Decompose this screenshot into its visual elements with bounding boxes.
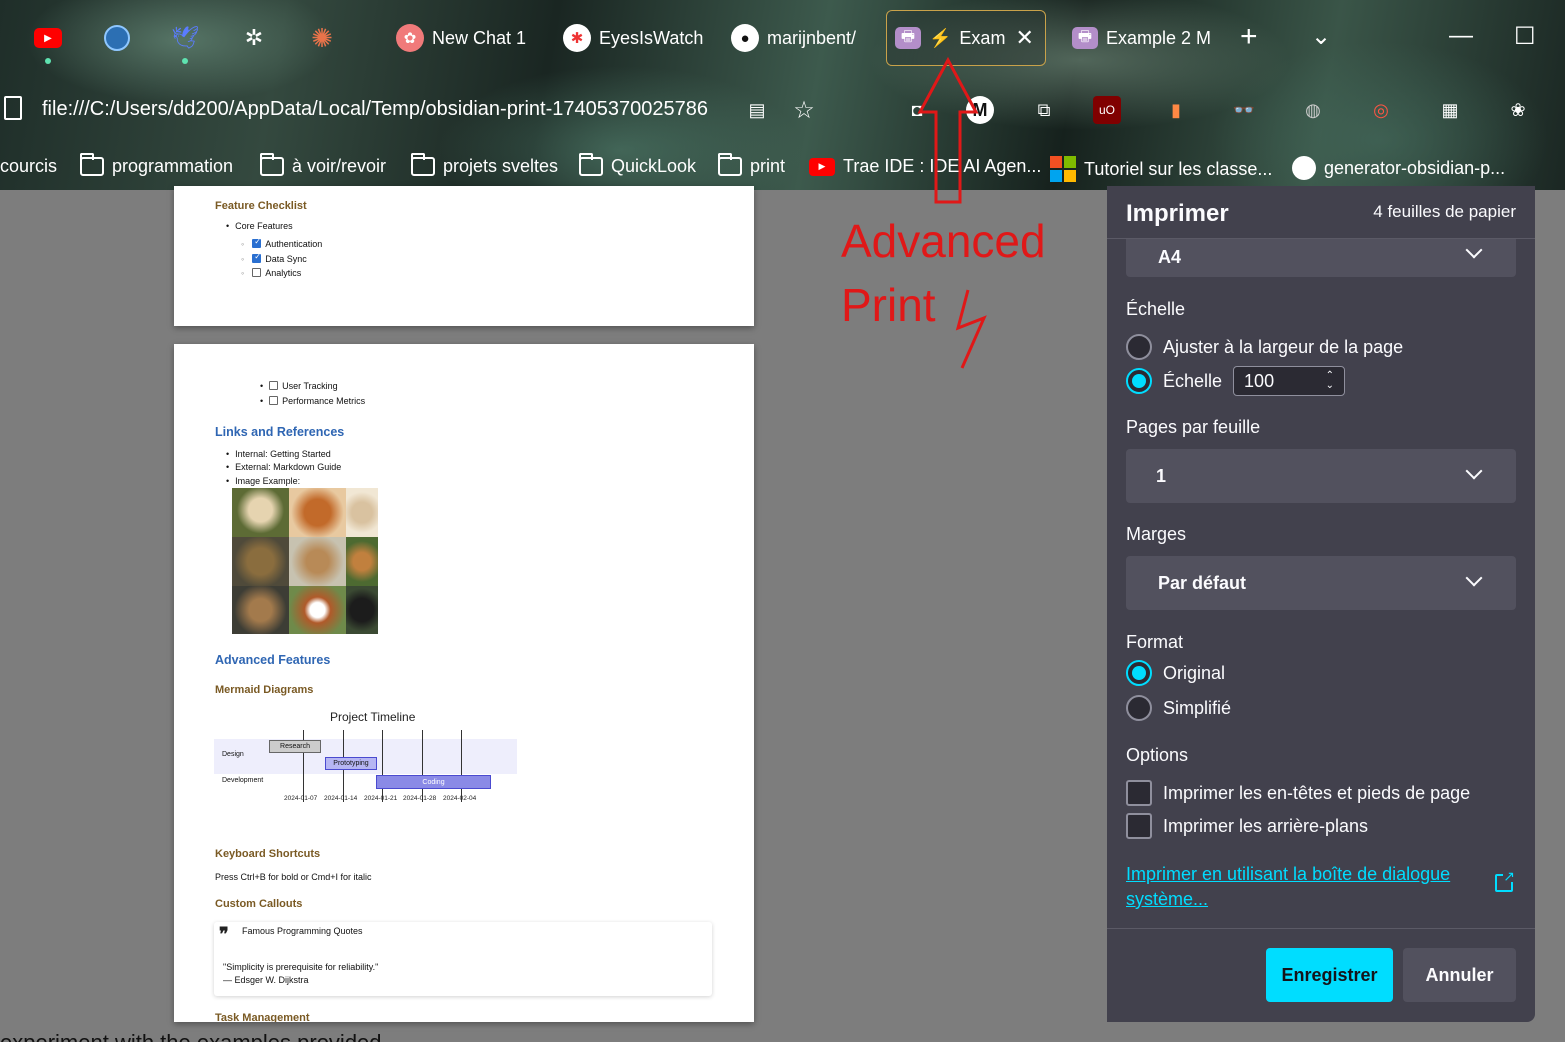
chevron-down-icon <box>1465 241 1483 259</box>
lightning-stroke-icon <box>955 289 987 369</box>
paper-size-value: A4 <box>1158 247 1182 267</box>
scale-label: Échelle <box>1126 299 1186 319</box>
stepper-icon[interactable]: ⌃ ⌄ <box>1326 371 1334 391</box>
radio-selected[interactable] <box>1126 660 1152 686</box>
background-page-text: experiment with the examples provided <box>0 1030 382 1042</box>
pages-per-sheet-label: Pages par feuille <box>1126 417 1261 437</box>
option-label: Imprimer les arrière-plans <box>1163 815 1369 836</box>
system-dialog-link[interactable]: Imprimer en utilisant la boîte de dialog… <box>1126 862 1476 912</box>
scale-option[interactable]: Échelle 100 ⌃ ⌄ <box>1126 366 1346 396</box>
up-arrow-shape <box>917 56 979 204</box>
format-simplified-option[interactable]: Simplifié <box>1126 695 1231 721</box>
divider <box>1107 928 1535 929</box>
checkbox[interactable] <box>1126 780 1152 806</box>
option-label: Original <box>1163 662 1226 683</box>
save-button[interactable]: Enregistrer <box>1266 948 1393 1002</box>
chevron-down-icon <box>1465 462 1483 480</box>
margins-value: Par défaut <box>1158 572 1247 593</box>
format-original-option[interactable]: Original <box>1126 660 1225 686</box>
chevron-down-icon <box>1465 569 1483 587</box>
sheet-count: 4 feuilles de papier <box>1373 202 1516 221</box>
radio-unselected[interactable] <box>1126 695 1152 721</box>
external-link-icon[interactable]: ↗ <box>1495 869 1515 892</box>
divider <box>1107 238 1535 239</box>
paper-size-select[interactable]: A4 <box>1126 239 1516 277</box>
option-label: Imprimer les en-têtes et pieds de page <box>1163 782 1471 803</box>
checkbox[interactable] <box>1126 813 1152 839</box>
annotation-text-print: Print <box>841 279 936 331</box>
print-dialog: Imprimer 4 feuilles de papier A4 Échelle… <box>1107 186 1535 1022</box>
option-label: Ajuster à la largeur de la page <box>1163 336 1404 357</box>
pages-per-sheet-value: 1 <box>1156 465 1167 486</box>
fit-width-option[interactable]: Ajuster à la largeur de la page <box>1126 334 1403 360</box>
options-label: Options <box>1126 745 1189 765</box>
scale-input[interactable]: 100 ⌃ ⌄ <box>1233 366 1346 396</box>
option-label: Échelle <box>1163 370 1223 391</box>
cancel-button[interactable]: Annuler <box>1403 948 1516 1002</box>
margins-label: Marges <box>1126 524 1187 544</box>
radio-unselected[interactable] <box>1126 334 1152 360</box>
pages-per-sheet-select[interactable]: 1 <box>1126 449 1516 503</box>
option-label: Simplifié <box>1163 697 1232 718</box>
annotation-text-advanced: Advanced <box>841 215 1046 267</box>
radio-selected[interactable] <box>1126 368 1152 394</box>
dialog-title: Imprimer <box>1126 200 1229 227</box>
margins-select[interactable]: Par défaut <box>1126 556 1516 610</box>
format-label: Format <box>1126 632 1184 652</box>
backgrounds-option[interactable]: Imprimer les arrière-plans <box>1126 813 1368 839</box>
headers-footers-option[interactable]: Imprimer les en-têtes et pieds de page <box>1126 780 1470 806</box>
scale-value: 100 <box>1244 370 1275 391</box>
